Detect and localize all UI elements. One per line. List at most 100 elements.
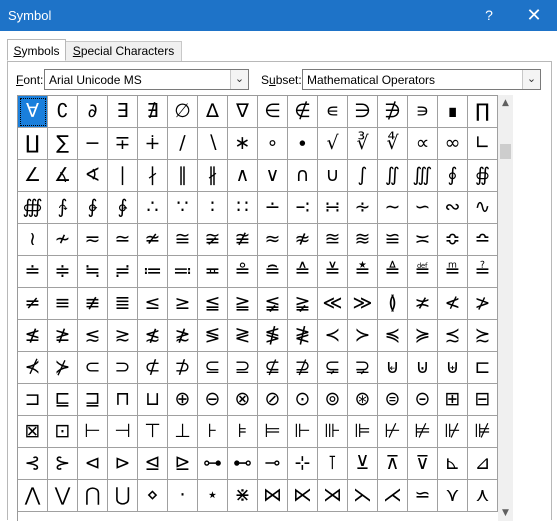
- scroll-up-arrow-icon[interactable]: ▲: [498, 95, 513, 111]
- symbol-cell[interactable]: ⋆: [198, 480, 228, 512]
- symbol-cell[interactable]: ≳: [108, 320, 138, 352]
- symbol-cell[interactable]: ⊤: [138, 416, 168, 448]
- symbol-cell[interactable]: ∘: [258, 128, 288, 160]
- symbol-cell[interactable]: ⊨: [258, 416, 288, 448]
- symbol-cell[interactable]: ⋋: [348, 480, 378, 512]
- symbol-cell[interactable]: ≖: [198, 256, 228, 288]
- symbol-cell[interactable]: ⊌: [378, 352, 408, 384]
- symbol-cell[interactable]: ≼: [378, 320, 408, 352]
- symbol-cell[interactable]: ⊲: [78, 448, 108, 480]
- symbol-cell[interactable]: ∭: [408, 160, 438, 192]
- symbol-cell[interactable]: ≈: [258, 224, 288, 256]
- symbol-cell[interactable]: ∬: [378, 160, 408, 192]
- symbol-cell[interactable]: ⊳: [108, 448, 138, 480]
- symbol-cell[interactable]: ∲: [78, 192, 108, 224]
- symbol-cell[interactable]: ⊅: [168, 352, 198, 384]
- symbol-cell[interactable]: ∨: [258, 160, 288, 192]
- symbol-cell[interactable]: ⊼: [378, 448, 408, 480]
- symbol-cell[interactable]: ⊴: [138, 448, 168, 480]
- symbol-cell[interactable]: ≌: [378, 224, 408, 256]
- symbol-cell[interactable]: ∓: [108, 128, 138, 160]
- symbol-cell[interactable]: ⊿: [468, 448, 498, 480]
- symbol-cell[interactable]: ≞: [438, 256, 468, 288]
- symbol-cell[interactable]: ∶: [198, 192, 228, 224]
- symbol-cell[interactable]: ⊹: [288, 448, 318, 480]
- symbol-cell[interactable]: ⊭: [408, 416, 438, 448]
- symbol-cell[interactable]: ≴: [138, 320, 168, 352]
- symbol-cell[interactable]: ≣: [108, 288, 138, 320]
- symbol-cell[interactable]: ∑: [48, 128, 78, 160]
- symbol-cell[interactable]: ⊜: [378, 384, 408, 416]
- symbol-cell[interactable]: ⋁: [48, 480, 78, 512]
- symbol-cell[interactable]: ⋇: [228, 480, 258, 512]
- symbol-cell[interactable]: ≰: [18, 320, 48, 352]
- symbol-cell[interactable]: ⊸: [258, 448, 288, 480]
- symbol-cell[interactable]: ⊶: [198, 448, 228, 480]
- help-button[interactable]: ?: [472, 0, 506, 31]
- symbol-cell[interactable]: ⊈: [258, 352, 288, 384]
- symbol-cell[interactable]: ⊛: [348, 384, 378, 416]
- symbol-cell[interactable]: ⋎: [438, 480, 468, 512]
- symbol-cell[interactable]: ⊔: [138, 384, 168, 416]
- symbol-cell[interactable]: ∞: [438, 128, 468, 160]
- symbol-cell[interactable]: ≯: [468, 288, 498, 320]
- tab-special-characters[interactable]: Special Characters: [66, 41, 182, 61]
- symbol-cell[interactable]: ≘: [258, 256, 288, 288]
- symbol-cell[interactable]: ≄: [138, 224, 168, 256]
- chevron-down-icon[interactable]: ⌄: [230, 70, 248, 89]
- symbol-cell[interactable]: ∄: [138, 96, 168, 128]
- chevron-down-icon[interactable]: ⌄: [522, 70, 540, 89]
- symbol-cell[interactable]: ≢: [78, 288, 108, 320]
- symbol-cell[interactable]: −: [78, 128, 108, 160]
- symbol-cell[interactable]: ⊐: [18, 384, 48, 416]
- symbol-cell[interactable]: ∯: [468, 160, 498, 192]
- symbol-cell[interactable]: ∳: [108, 192, 138, 224]
- symbol-cell[interactable]: ≨: [258, 288, 288, 320]
- symbol-cell[interactable]: ⋀: [18, 480, 48, 512]
- symbol-cell[interactable]: ≎: [438, 224, 468, 256]
- symbol-cell[interactable]: ∔: [138, 128, 168, 160]
- symbol-cell[interactable]: ∴: [138, 192, 168, 224]
- symbol-cell[interactable]: ⋌: [378, 480, 408, 512]
- symbol-cell[interactable]: ∜: [378, 128, 408, 160]
- symbol-cell[interactable]: ⊷: [228, 448, 258, 480]
- symbol-cell[interactable]: ≏: [468, 224, 498, 256]
- symbol-cell[interactable]: ∮: [438, 160, 468, 192]
- symbol-cell[interactable]: √: [318, 128, 348, 160]
- symbol-cell[interactable]: ⊫: [348, 416, 378, 448]
- symbol-cell[interactable]: ⊁: [48, 352, 78, 384]
- symbol-cell[interactable]: ⊱: [48, 448, 78, 480]
- symbol-cell[interactable]: ∩: [288, 160, 318, 192]
- symbol-cell[interactable]: ⊦: [198, 416, 228, 448]
- symbol-cell[interactable]: ∈: [258, 96, 288, 128]
- symbol-cell[interactable]: ≓: [108, 256, 138, 288]
- symbol-cell[interactable]: ∀: [18, 96, 48, 128]
- symbol-cell[interactable]: ⊕: [168, 384, 198, 416]
- symbol-cell[interactable]: ⋍: [408, 480, 438, 512]
- symbol-cell[interactable]: ⊑: [48, 384, 78, 416]
- symbol-cell[interactable]: ∛: [348, 128, 378, 160]
- symbol-cell[interactable]: ∠: [18, 160, 48, 192]
- symbol-cell[interactable]: ⊃: [108, 352, 138, 384]
- symbol-cell[interactable]: ⊋: [348, 352, 378, 384]
- symbol-cell[interactable]: ∂: [78, 96, 108, 128]
- symbol-cell[interactable]: ∡: [48, 160, 78, 192]
- symbol-cell[interactable]: ⊥: [168, 416, 198, 448]
- symbol-cell[interactable]: ≝: [408, 256, 438, 288]
- symbol-cell[interactable]: ≤: [138, 288, 168, 320]
- symbol-cell[interactable]: ∝: [408, 128, 438, 160]
- symbol-cell[interactable]: ⊘: [258, 384, 288, 416]
- symbol-cell[interactable]: ≾: [438, 320, 468, 352]
- symbol-cell[interactable]: ⊚: [318, 384, 348, 416]
- symbol-cell[interactable]: ≽: [408, 320, 438, 352]
- symbol-cell[interactable]: ≮: [438, 288, 468, 320]
- symbol-cell[interactable]: ≂: [78, 224, 108, 256]
- subset-dropdown[interactable]: Mathematical Operators ⌄: [302, 69, 541, 90]
- symbol-cell[interactable]: ∁: [48, 96, 78, 128]
- symbol-cell[interactable]: ∃: [108, 96, 138, 128]
- symbol-cell[interactable]: ∇: [228, 96, 258, 128]
- symbol-cell[interactable]: ≲: [78, 320, 108, 352]
- symbol-cell[interactable]: ⋅: [168, 480, 198, 512]
- symbol-cell[interactable]: ⊢: [78, 416, 108, 448]
- symbol-cell[interactable]: ⋈: [258, 480, 288, 512]
